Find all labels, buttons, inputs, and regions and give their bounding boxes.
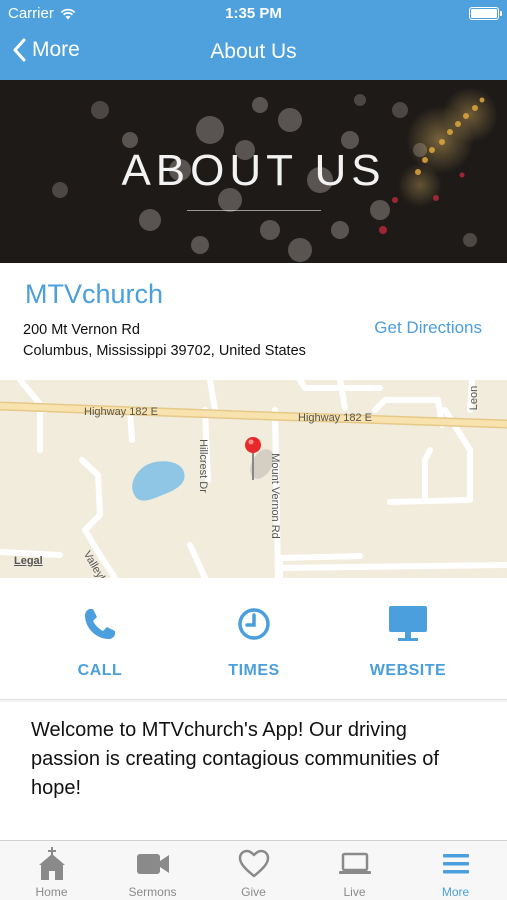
status-bar: Carrier 1:35 PM: [0, 0, 507, 28]
website-button[interactable]: WEBSITE: [328, 604, 488, 680]
clock-icon: [238, 608, 270, 640]
call-button[interactable]: CALL: [20, 604, 180, 680]
times-button[interactable]: TIMES: [174, 604, 334, 680]
tab-give-label: Give: [241, 885, 266, 899]
call-label: CALL: [77, 662, 123, 679]
times-label: TIMES: [228, 662, 280, 679]
tab-bar: Home Sermons Give Live More: [0, 840, 507, 900]
page-title: About Us: [210, 40, 297, 63]
church-info-card: MTVchurch 200 Mt Vernon Rd Columbus, Mis…: [0, 263, 507, 380]
phone-icon: [85, 609, 115, 639]
website-label: WEBSITE: [369, 662, 447, 679]
map-label-leon: Leon: [468, 385, 481, 411]
map-label-hillcrest: Hillcrest Dr: [196, 439, 209, 493]
map-label-mount-vernon: Mount Vernon Rd: [268, 453, 281, 539]
nav-bar: More About Us: [0, 28, 507, 80]
battery-icon: [469, 7, 502, 20]
address-line-2: Columbus, Mississippi 39702, United Stat…: [23, 343, 306, 359]
tab-live[interactable]: Live: [304, 847, 405, 899]
tab-sermons-label: Sermons: [128, 885, 177, 899]
church-icon: [38, 847, 65, 880]
map-legal-link[interactable]: Legal: [14, 555, 43, 567]
map-label-highway-right: Highway 182 E: [298, 412, 372, 424]
top-bar: Carrier 1:35 PM More About Us: [0, 0, 507, 80]
tab-sermons[interactable]: Sermons: [102, 847, 203, 899]
tab-more-label: More: [441, 885, 470, 899]
welcome-text: Welcome to MTVchurch's App! Our driving …: [31, 719, 439, 799]
hero-banner: ABOUT US: [0, 80, 507, 263]
status-time: 1:35 PM: [225, 5, 282, 22]
menu-icon: [442, 854, 469, 874]
tab-live-label: Live: [343, 885, 366, 899]
video-camera-icon: [136, 854, 169, 874]
tab-give[interactable]: Give: [203, 847, 304, 899]
action-row: CALL TIMES WEBSITE: [0, 578, 507, 700]
hero-title: ABOUT US: [121, 146, 386, 195]
get-directions-link[interactable]: Get Directions: [374, 318, 482, 338]
tab-home-label: Home: [35, 885, 68, 899]
laptop-icon: [338, 852, 371, 874]
tab-home[interactable]: Home: [1, 847, 102, 899]
welcome-section: Welcome to MTVchurch's App! Our driving …: [0, 702, 507, 840]
heart-icon: [238, 849, 269, 878]
address-line-1: 200 Mt Vernon Rd: [23, 322, 140, 338]
tab-more[interactable]: More: [405, 847, 506, 899]
location-map[interactable]: Highway 182 E Highway 182 E Hillcrest Dr…: [0, 380, 507, 578]
hero-divider: [187, 210, 321, 211]
church-name: MTVchurch: [25, 279, 164, 309]
map-roads: [0, 380, 507, 578]
monitor-icon: [389, 606, 427, 641]
map-label-highway-left: Highway 182 E: [84, 406, 158, 418]
